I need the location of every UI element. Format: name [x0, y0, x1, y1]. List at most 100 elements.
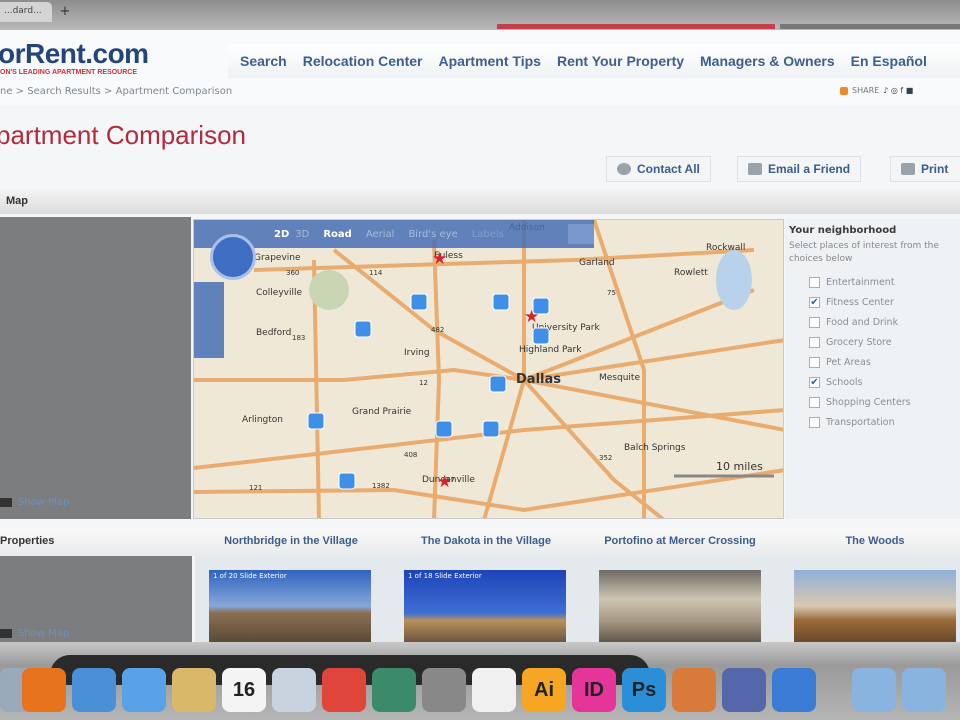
neighborhood-title: Your neighborhood — [789, 225, 897, 236]
neighborhood-option[interactable]: ✔ Fitness Center — [809, 296, 956, 308]
apartment-pin-icon[interactable] — [354, 320, 372, 338]
property-photo[interactable]: 1 of 18 Slide Exterior — [404, 570, 566, 642]
neighborhood-option[interactable]: Entertainment — [809, 276, 956, 288]
iphoto-icon[interactable] — [272, 668, 316, 712]
nav-managers-owners[interactable]: Managers & Owners — [692, 53, 843, 69]
map-view[interactable]: Dallas Garland Rockwall Mesquite Irving Grand… — [193, 219, 784, 519]
map-zoom-tools[interactable] — [194, 282, 224, 358]
checkbox[interactable] — [809, 416, 820, 428]
new-tab-button[interactable]: + — [56, 3, 74, 21]
neighborhood-option[interactable]: Shopping Centers — [809, 396, 956, 408]
browser-tab[interactable]: ...dard... — [0, 2, 52, 22]
checkbox[interactable]: ✔ — [809, 376, 820, 388]
indesign-icon[interactable]: ID — [572, 668, 616, 712]
road — [253, 248, 755, 272]
apartment-pin-icon[interactable] — [410, 293, 428, 311]
checkbox[interactable] — [809, 276, 820, 288]
social-icons[interactable]: ♪ ◎ f ■ — [883, 86, 913, 95]
map-canvas[interactable]: Dallas Garland Rockwall Mesquite Irving Grand… — [194, 220, 784, 519]
star-marker-icon[interactable]: ★ — [432, 249, 447, 269]
share-icon — [840, 86, 848, 95]
neighborhood-option[interactable]: Transportation — [809, 416, 956, 428]
page-title: partment Comparison — [0, 120, 246, 150]
aerial-view-button[interactable]: Aerial — [366, 229, 395, 240]
logo-tagline: ON'S LEADING APARTMENT RESOURCE — [0, 69, 138, 76]
property-photo[interactable] — [794, 570, 956, 642]
folder-icon[interactable] — [852, 668, 896, 712]
photoshop-icon[interactable]: Ps — [622, 668, 666, 712]
property-name[interactable]: The Dakota in the Village — [391, 535, 581, 547]
preview-icon[interactable] — [172, 668, 216, 712]
map-collapse-button[interactable] — [568, 224, 594, 244]
system-prefs-icon[interactable] — [422, 668, 466, 712]
nav-relocation-center[interactable]: Relocation Center — [295, 53, 431, 69]
birds-eye-button[interactable]: Bird's eye — [408, 229, 457, 240]
apartment-pin-icon[interactable] — [532, 327, 550, 345]
keynote-icon[interactable] — [672, 668, 716, 712]
safari-icon[interactable] — [72, 668, 116, 712]
checkbox[interactable] — [809, 356, 820, 368]
option-label: Grocery Store — [826, 336, 892, 348]
site-logo[interactable]: orRent.com — [0, 38, 149, 70]
time-machine-icon[interactable] — [372, 668, 416, 712]
share-bar[interactable]: SHARE ♪ ◎ f ■ — [840, 86, 913, 95]
nav-rent-your-property[interactable]: Rent Your Property — [549, 53, 692, 69]
checkbox[interactable] — [809, 396, 820, 408]
mode-3d-button[interactable]: 3D — [295, 229, 309, 240]
map-section-header[interactable]: Map — [0, 190, 960, 214]
folder-icon[interactable] — [902, 668, 946, 712]
map-pan-control-icon[interactable] — [210, 234, 256, 280]
nav-search[interactable]: Search — [232, 53, 295, 69]
illustrator-icon[interactable]: Ai — [522, 668, 566, 712]
print-button[interactable]: Print — [890, 156, 960, 182]
checkbox[interactable] — [809, 316, 820, 328]
apartment-pin-icon[interactable] — [492, 293, 510, 311]
firefox-icon[interactable] — [22, 668, 66, 712]
ichat-icon[interactable] — [122, 668, 166, 712]
property-name[interactable]: Portofino at Mercer Crossing — [585, 535, 775, 547]
neighborhood-option[interactable]: ✔ Schools — [809, 376, 956, 388]
scale-label: 10 miles — [716, 460, 763, 473]
apartment-pin-icon[interactable] — [489, 375, 507, 393]
nav-en-espanol[interactable]: En Español — [843, 53, 935, 69]
property-name[interactable]: The Woods — [780, 535, 960, 547]
quicktime-icon[interactable] — [772, 668, 816, 712]
photo-caption: 1 of 20 Slide Exterior — [213, 572, 287, 580]
browser-chrome: ...dard... + — [0, 0, 960, 30]
mode-2d-button[interactable]: 2D — [274, 229, 289, 240]
nav-apartment-tips[interactable]: Apartment Tips — [431, 53, 549, 69]
apartment-pin-icon[interactable] — [435, 420, 453, 438]
breadcrumb[interactable]: ne > Search Results > Apartment Comparis… — [0, 86, 232, 97]
left-panel-lower: Show Map — [0, 556, 192, 642]
labels-toggle[interactable]: Labels — [472, 229, 504, 240]
share-label: SHARE — [852, 86, 880, 95]
road-number-label: 183 — [292, 334, 305, 342]
apartment-pin-icon[interactable] — [338, 472, 356, 490]
property-name[interactable]: Northbridge in the Village — [196, 535, 386, 547]
contact-all-button[interactable]: Contact All — [606, 156, 711, 182]
neighborhood-option[interactable]: Pet Areas — [809, 356, 956, 368]
neighborhood-option[interactable]: Grocery Store — [809, 336, 956, 348]
xcode-icon[interactable] — [722, 668, 766, 712]
star-marker-icon[interactable]: ★ — [437, 472, 452, 492]
checkbox[interactable] — [809, 336, 820, 348]
calendar-icon[interactable]: 16 — [222, 668, 266, 712]
show-map-link[interactable]: Show Map — [0, 628, 69, 639]
checkbox[interactable]: ✔ — [809, 296, 820, 308]
show-map-label: Show Map — [18, 497, 70, 508]
apartment-pin-icon[interactable] — [482, 420, 500, 438]
map-place-label: Colleyville — [256, 288, 302, 298]
email-friend-button[interactable]: Email a Friend — [737, 156, 862, 182]
neighborhood-option[interactable]: Food and Drink — [809, 316, 956, 328]
option-label: Shopping Centers — [826, 396, 911, 408]
road-view-button[interactable]: Road — [323, 229, 351, 240]
apartment-pin-icon[interactable] — [307, 412, 325, 430]
property-photo[interactable]: 1 of 20 Slide Exterior — [209, 570, 371, 642]
property-photo[interactable] — [599, 570, 761, 642]
ical-icon[interactable] — [322, 668, 366, 712]
park-area — [309, 270, 349, 310]
map-place-label: Garland — [579, 258, 615, 268]
star-marker-icon[interactable]: ★ — [524, 307, 539, 327]
acrobat-icon[interactable] — [472, 668, 516, 712]
show-map-link[interactable]: Show Map — [0, 497, 69, 508]
